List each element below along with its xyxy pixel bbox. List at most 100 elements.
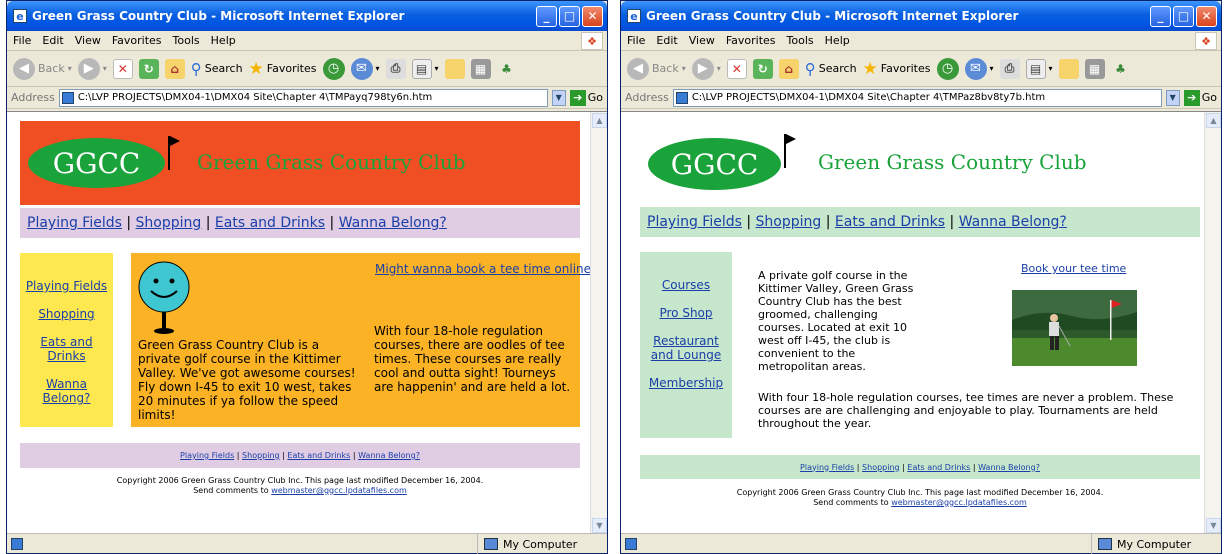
menu-file[interactable]: File [627,34,645,47]
footer-playing-fields[interactable]: Playing Fields [180,451,234,460]
title-bar[interactable]: e Green Grass Country Club - Microsoft I… [7,1,607,31]
book-tee-time-link[interactable]: Book your tee time [1021,262,1126,275]
messenger-icon[interactable]: ♣ [1111,59,1131,79]
scroll-up-icon[interactable]: ▲ [1206,113,1221,128]
history-icon[interactable]: ◷ [936,57,959,80]
go-button[interactable]: ➔ Go [1183,89,1217,106]
menu-file[interactable]: File [13,34,31,47]
footer-wanna-belong[interactable]: Wanna Belong? [358,451,420,460]
footer-eats-drinks[interactable]: Eats and Drinks [907,463,970,472]
stop-icon[interactable]: ✕ [112,58,133,79]
club-name: Green Grass Country Club [197,150,466,174]
intro-paragraph: Green Grass Country Club is a private go… [138,338,356,422]
nav-playing-fields[interactable]: Playing Fields [27,215,122,231]
footer-wanna-belong[interactable]: Wanna Belong? [978,463,1040,472]
side-eats-drinks[interactable]: Eats and Drinks [20,335,113,363]
scroll-up-icon[interactable]: ▲ [592,113,607,128]
windows-logo-icon: ❖ [1195,32,1217,50]
search-button[interactable]: ⚲ Search [191,60,243,78]
minimize-button[interactable]: _ [536,5,557,27]
side-wanna-belong[interactable]: Wanna Belong? [20,377,113,405]
club-name: Green Grass Country Club [818,150,1087,174]
forward-button[interactable]: ▶ ▾ [77,57,107,80]
address-dropdown[interactable]: ▼ [551,89,566,106]
side-pro-shop[interactable]: Pro Shop [640,306,732,320]
vertical-scrollbar[interactable]: ▲ ▼ [590,112,607,534]
minimize-button[interactable]: _ [1150,5,1171,27]
stop-icon[interactable]: ✕ [726,58,747,79]
nav-eats-drinks[interactable]: Eats and Drinks [215,215,325,231]
refresh-icon[interactable]: ↻ [752,58,773,79]
flag-icon [170,136,180,146]
menu-favorites[interactable]: Favorites [112,34,162,47]
refresh-icon[interactable]: ↻ [138,58,159,79]
side-courses[interactable]: Courses [640,278,732,292]
maximize-button[interactable]: □ [1173,5,1194,27]
top-nav: Playing Fields | Shopping | Eats and Dri… [20,208,580,238]
home-icon[interactable]: ⌂ [164,58,185,79]
edit-button[interactable]: ▤ ▾ [1025,58,1053,79]
menu-help[interactable]: Help [825,34,850,47]
menu-favorites[interactable]: Favorites [726,34,776,47]
nav-shopping[interactable]: Shopping [756,214,822,230]
back-button[interactable]: ◀ Back ▾ [627,57,686,80]
email-link[interactable]: webmaster@ggcc.lpdatafiles.com [891,498,1027,507]
address-input[interactable]: C:\LVP PROJECTS\DMX04-1\DMX04 Site\Chapt… [672,88,1162,107]
go-button[interactable]: ➔ Go [569,89,603,106]
book-tee-time-link[interactable]: Might wanna book a tee time online [375,262,591,276]
intro-paragraph: A private golf course in the Kittimer Va… [758,269,914,373]
close-button[interactable]: ✕ [1196,5,1217,27]
research-icon[interactable]: ▦ [470,58,491,79]
nav-shopping[interactable]: Shopping [136,215,202,231]
history-icon[interactable]: ◷ [322,57,345,80]
footer-playing-fields[interactable]: Playing Fields [800,463,854,472]
side-shopping[interactable]: Shopping [20,307,113,321]
scroll-down-icon[interactable]: ▼ [1206,518,1221,533]
address-dropdown[interactable]: ▼ [1165,89,1180,106]
forward-button[interactable]: ▶ ▾ [691,57,721,80]
mail-button[interactable]: ✉ ▾ [350,57,380,80]
messenger-icon[interactable]: ♣ [497,59,517,79]
menu-tools[interactable]: Tools [787,34,814,47]
computer-icon [484,538,498,550]
smiley-icon [138,261,190,334]
print-icon[interactable]: ⎙ [999,58,1020,79]
address-input[interactable]: C:\LVP PROJECTS\DMX04-1\DMX04 Site\Chapt… [58,88,548,107]
back-button[interactable]: ◀ Back ▾ [13,57,72,80]
footer-shopping[interactable]: Shopping [862,463,900,472]
web-page: GGCC Green Grass Country Club Playing Fi… [621,112,1204,535]
vertical-scrollbar[interactable]: ▲ ▼ [1204,112,1221,534]
menu-tools[interactable]: Tools [173,34,200,47]
edit-button[interactable]: ▤ ▾ [411,58,439,79]
scroll-down-icon[interactable]: ▼ [592,518,607,533]
favorites-button[interactable]: ★ Favorites [249,59,317,79]
menu-edit[interactable]: Edit [656,34,677,47]
side-membership[interactable]: Membership [640,376,732,390]
menu-edit[interactable]: Edit [42,34,63,47]
home-icon[interactable]: ⌂ [778,58,799,79]
search-button[interactable]: ⚲ Search [805,60,857,78]
favorites-button[interactable]: ★ Favorites [863,59,931,79]
nav-eats-drinks[interactable]: Eats and Drinks [835,214,945,230]
menu-help[interactable]: Help [211,34,236,47]
footer-shopping[interactable]: Shopping [242,451,280,460]
mail-button[interactable]: ✉ ▾ [964,57,994,80]
folder-icon[interactable] [444,58,465,79]
maximize-button[interactable]: □ [559,5,580,27]
side-restaurant-lounge[interactable]: Restaurant and Lounge [640,334,732,362]
side-playing-fields[interactable]: Playing Fields [20,279,113,293]
menu-view[interactable]: View [75,34,101,47]
address-label: Address [625,91,669,104]
nav-wanna-belong[interactable]: Wanna Belong? [339,215,447,231]
nav-playing-fields[interactable]: Playing Fields [647,214,742,230]
close-button[interactable]: ✕ [582,5,603,27]
footer-eats-drinks[interactable]: Eats and Drinks [287,451,350,460]
email-link[interactable]: webmaster@ggcc.lpdatafiles.com [271,486,407,495]
menu-view[interactable]: View [689,34,715,47]
back-arrow-icon: ◀ [627,57,649,80]
research-icon[interactable]: ▦ [1084,58,1105,79]
folder-icon[interactable] [1058,58,1079,79]
nav-wanna-belong[interactable]: Wanna Belong? [959,214,1067,230]
print-icon[interactable]: ⎙ [385,58,406,79]
title-bar[interactable]: e Green Grass Country Club - Microsoft I… [621,1,1221,31]
